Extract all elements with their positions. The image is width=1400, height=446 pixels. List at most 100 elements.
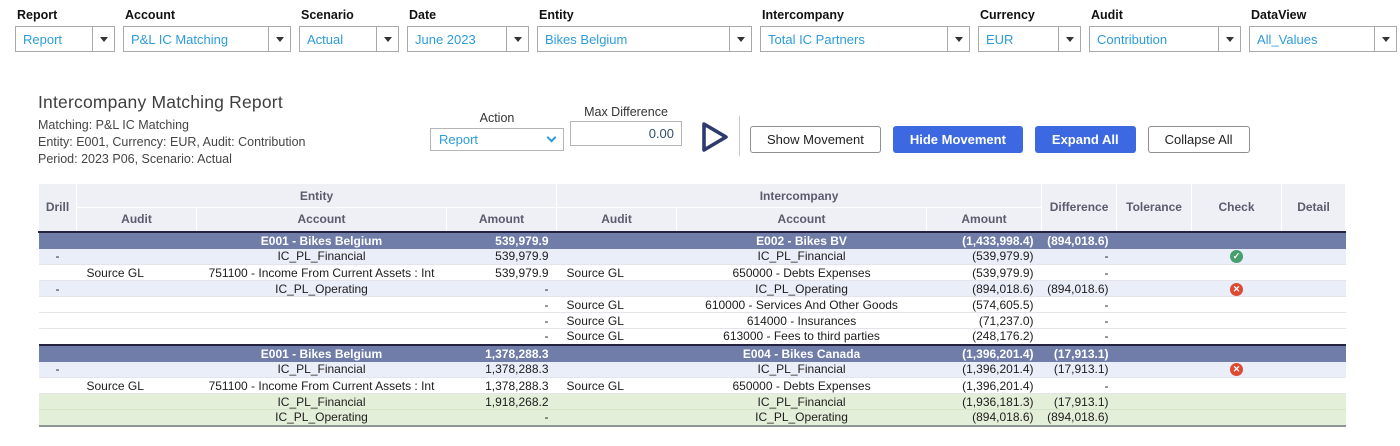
cell-ic-amount: (574,605.5) [926, 296, 1042, 313]
filter-select-scenario[interactable]: Actual [299, 26, 399, 52]
cell-detail [1281, 409, 1346, 427]
matching-table-wrap: Drill Entity Intercompany Difference Tol… [38, 183, 1347, 427]
cell-entity-account: IC_PL_Operating [196, 409, 447, 427]
dropdown-arrow-icon[interactable] [376, 27, 398, 51]
filter-select-date[interactable]: June 2023 [407, 26, 529, 52]
filter-audit: Audit Contribution [1089, 6, 1241, 52]
cell-drill[interactable]: - [38, 361, 77, 378]
collapse-all-button[interactable]: Collapse All [1147, 126, 1250, 153]
cell-entity-account [196, 296, 447, 313]
dropdown-arrow-icon[interactable] [268, 27, 290, 51]
cell-check [1191, 377, 1282, 394]
cell-drill[interactable]: - [38, 280, 77, 297]
cell-entity-account: IC_PL_Financial [196, 393, 447, 410]
cell-check: ✓ [1191, 248, 1282, 265]
cell-entity-account: IC_PL_Financial [196, 248, 447, 265]
dropdown-arrow-icon[interactable] [1374, 27, 1396, 51]
cell-check [1191, 328, 1282, 345]
triangle-down-icon [275, 36, 284, 42]
cell-check [1191, 343, 1282, 362]
cell-difference: (17,913.1) [1041, 361, 1117, 378]
cell-entity-account: 751100 - Income From Current Assets : In… [196, 377, 447, 394]
max-difference-input[interactable] [570, 121, 682, 146]
filter-entity: Entity Bikes Belgium [537, 6, 752, 52]
expand-all-button[interactable]: Expand All [1034, 126, 1136, 153]
filter-value-intercompany: Total IC Partners [768, 31, 865, 47]
cell-detail [1281, 361, 1346, 378]
cell-detail [1281, 230, 1346, 249]
cell-ic-audit [556, 409, 677, 427]
play-icon [702, 122, 728, 152]
report-subtitle-matching: Matching: P&L IC Matching [38, 118, 189, 132]
filter-value-audit: Contribution [1097, 31, 1168, 47]
show-movement-button[interactable]: Show Movement [750, 126, 881, 153]
filter-select-dataview[interactable]: All_Values [1249, 26, 1397, 52]
cell-drill [38, 312, 77, 329]
report-header: Intercompany Matching Report Matching: P… [38, 92, 306, 168]
cell-drill[interactable]: - [38, 248, 77, 265]
cell-difference: - [1041, 264, 1117, 281]
cell-ic-amount: (1,396,201.4) [926, 361, 1042, 378]
dropdown-arrow-icon[interactable] [729, 27, 751, 51]
filter-label-audit: Audit [1091, 8, 1123, 22]
dropdown-arrow-icon[interactable] [506, 27, 528, 51]
header-entity-audit: Audit [76, 207, 197, 232]
cell-ic-amount: (894,018.6) [926, 409, 1042, 427]
table-header: Drill Entity Intercompany Difference Tol… [38, 183, 1347, 232]
cell-entity-audit [76, 393, 197, 410]
filter-bar: Report Report Account P&L IC Matching Scenar… [15, 6, 1397, 52]
filter-value-dataview: All_Values [1257, 31, 1318, 47]
run-button[interactable] [698, 120, 732, 154]
cell-entity-audit [76, 280, 197, 297]
filter-scenario: Scenario Actual [299, 6, 399, 52]
cell-entity-account [196, 312, 447, 329]
cell-detail [1281, 296, 1346, 313]
cell-ic-account: 610000 - Services And Other Goods [676, 296, 927, 313]
cell-ic-audit: Source GL [556, 328, 677, 345]
dropdown-arrow-icon[interactable] [92, 27, 114, 51]
filter-label-dataview: DataView [1251, 8, 1307, 22]
intercompany-matching-page: Report Report Account P&L IC Matching Scenar… [0, 0, 1400, 446]
cell-difference: (894,018.6) [1041, 409, 1117, 427]
dropdown-arrow-icon[interactable] [947, 27, 969, 51]
cell-entity-amount: - [446, 280, 557, 297]
filter-label-date: Date [409, 8, 437, 22]
cell-difference: (894,018.6) [1041, 230, 1117, 249]
cell-difference: - [1041, 312, 1117, 329]
filter-dataview: DataView All_Values [1249, 6, 1397, 52]
header-tolerance: Tolerance [1116, 183, 1193, 232]
filter-select-entity[interactable]: Bikes Belgium [537, 26, 752, 52]
triangle-down-icon [383, 36, 392, 42]
table-row: E001 - Bikes Belgium 1,378,288.3 E004 - Bi… [38, 343, 1346, 362]
table-row: E001 - Bikes Belgium 539,979.9 E002 - Bike… [38, 230, 1346, 249]
filter-select-currency[interactable]: EUR [978, 26, 1081, 52]
action-select[interactable]: Report [430, 128, 564, 151]
hide-movement-button[interactable]: Hide Movement [892, 126, 1023, 153]
header-detail: Detail [1281, 183, 1347, 232]
cell-tolerance [1116, 264, 1192, 281]
cell-tolerance [1116, 409, 1192, 427]
table-row: IC_PL_Operating - IC_PL_Operating (894,018.… [38, 409, 1346, 427]
filter-select-report[interactable]: Report [15, 26, 115, 52]
cell-entity-account: IC_PL_Financial [196, 361, 447, 378]
triangle-down-icon [99, 36, 108, 42]
filter-select-audit[interactable]: Contribution [1089, 26, 1241, 52]
dropdown-arrow-icon[interactable] [1218, 27, 1240, 51]
cell-tolerance [1116, 280, 1192, 297]
cell-detail [1281, 248, 1346, 265]
cell-drill [38, 296, 77, 313]
filter-label-intercompany: Intercompany [762, 8, 844, 22]
cell-ic-account: IC_PL_Operating [676, 409, 927, 427]
controls-divider [739, 116, 740, 156]
cell-entity-audit: Source GL [76, 264, 197, 281]
table-row: - IC_PL_Financial 1,378,288.3 IC_PL_Financi… [38, 361, 1346, 378]
dropdown-arrow-icon[interactable] [1058, 27, 1080, 51]
filter-value-scenario: Actual [307, 31, 344, 47]
filter-select-account[interactable]: P&L IC Matching [123, 26, 291, 52]
filter-select-intercompany[interactable]: Total IC Partners [760, 26, 970, 52]
cell-check [1191, 409, 1282, 427]
cell-entity-amount: - [446, 409, 557, 427]
cell-detail [1281, 280, 1346, 297]
check-fail-icon: ✕ [1230, 282, 1244, 296]
table-row: IC_PL_Financial 1,918,268.2 IC_PL_Financia… [38, 393, 1346, 410]
